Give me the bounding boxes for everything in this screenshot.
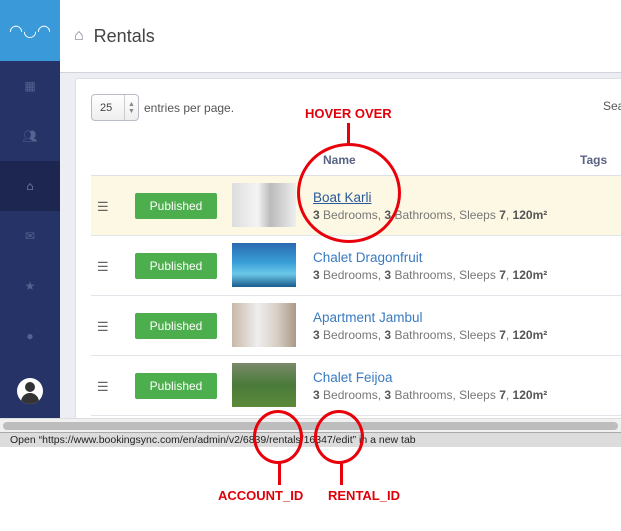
scrollbar-thumb[interactable] xyxy=(3,422,618,430)
area: 120m² xyxy=(512,328,548,342)
rental-name-link[interactable]: Apartment Jambul xyxy=(313,310,423,325)
sidebar: ◠◡◠ ▦ 👥︎ ⌂ ✉ ★ ● xyxy=(0,0,60,418)
bathrooms-label: Bathrooms xyxy=(394,268,453,282)
annotation-circle-rental xyxy=(314,410,364,464)
sidebar-item-messages[interactable]: ✉ xyxy=(0,211,60,261)
rental-thumbnail[interactable] xyxy=(232,363,296,407)
column-tags[interactable]: Tags xyxy=(580,153,607,167)
page-size-control: 25 ▲ ▼ entries per page. xyxy=(91,94,234,121)
rental-details: 3 Bedrooms, 3 Bathrooms, Sleeps 7, 120m² xyxy=(313,268,548,282)
annotation-circle-hover xyxy=(297,143,401,243)
bathrooms-label: Bathrooms xyxy=(394,388,453,402)
annotation-circle-account xyxy=(253,410,303,464)
area: 120m² xyxy=(512,208,548,222)
calendar-icon: ▦ xyxy=(24,79,36,93)
rental-thumbnail[interactable] xyxy=(232,243,296,287)
rental-thumbnail[interactable] xyxy=(232,183,296,227)
status-badge: Published xyxy=(135,253,217,279)
sidebar-item-users[interactable]: 👥︎ xyxy=(0,111,60,161)
drag-handle-icon[interactable]: ☰ xyxy=(97,379,109,395)
users-icon: 👥︎ xyxy=(22,129,38,143)
avatar[interactable] xyxy=(17,378,43,404)
horizontal-scrollbar[interactable] xyxy=(0,418,621,432)
sidebar-item-calendar[interactable]: ▦ xyxy=(0,61,60,111)
rental-details: 3 Bedrooms, 3 Bathrooms, Sleeps 7, 120m² xyxy=(313,328,548,342)
logo-icon[interactable]: ◠◡◠ xyxy=(0,0,60,61)
page-size-select[interactable]: 25 ▲ ▼ xyxy=(91,94,139,121)
sidebar-item-rentals[interactable]: ⌂ xyxy=(0,161,60,211)
annotation-line xyxy=(340,463,343,485)
bathrooms-count: 3 xyxy=(384,388,392,402)
annotation-account-id: ACCOUNT_ID xyxy=(218,488,304,503)
page-size-value: 25 xyxy=(100,101,113,114)
sidebar-item-favorites[interactable]: ★ xyxy=(0,261,60,311)
area: 120m² xyxy=(512,388,548,402)
drag-handle-icon[interactable]: ☰ xyxy=(97,259,109,275)
sleeps-count: 7 xyxy=(499,268,506,282)
sidebar-item-website[interactable]: ● xyxy=(0,311,60,361)
page-header: ⌂ Rentals xyxy=(60,0,621,73)
rental-details: 3 Bedrooms, 3 Bathrooms, Sleeps 7, 120m² xyxy=(313,388,548,402)
table-row[interactable]: ☰ Published Apartment Jambul 3 Bedrooms,… xyxy=(91,296,621,356)
table-row[interactable]: ☰ Published Chalet Dragonfruit 3 Bedroom… xyxy=(91,236,621,296)
stepper-icon: ▲ ▼ xyxy=(124,95,138,120)
bedrooms-label: Bedrooms xyxy=(323,268,378,282)
sleeps-count: 7 xyxy=(499,328,506,342)
home-icon: ⌂ xyxy=(74,27,84,44)
sleeps-count: 7 xyxy=(499,388,506,402)
star-icon: ★ xyxy=(24,279,36,293)
area: 120m² xyxy=(512,268,548,282)
drag-handle-icon[interactable]: ☰ xyxy=(97,199,109,215)
bathrooms-count: 3 xyxy=(384,328,392,342)
rental-name-link[interactable]: Chalet Dragonfruit xyxy=(313,250,423,265)
envelope-icon: ✉ xyxy=(24,229,36,243)
bedrooms-count: 3 xyxy=(313,328,320,342)
bathrooms-label: Bathrooms xyxy=(394,208,453,222)
bedrooms-label: Bedrooms xyxy=(323,388,378,402)
annotation-rental-id: RENTAL_ID xyxy=(328,488,400,503)
page-title: Rentals xyxy=(93,25,155,46)
status-badge: Published xyxy=(135,193,217,219)
search-label: Search xyxy=(603,99,621,113)
annotation-hover-over: HOVER OVER xyxy=(305,106,392,121)
globe-icon: ● xyxy=(26,329,34,343)
drag-handle-icon[interactable]: ☰ xyxy=(97,319,109,335)
sleeps-label: Sleeps xyxy=(459,208,496,222)
table-row[interactable]: ☰ Published Chalet Feijoa 3 Bedrooms, 3 … xyxy=(91,356,621,416)
annotation-line xyxy=(278,463,281,485)
home-icon: ⌂ xyxy=(26,179,34,193)
status-badge: Published xyxy=(135,313,217,339)
rental-thumbnail[interactable] xyxy=(232,303,296,347)
browser-status-bar: Open “https://www.bookingsync.com/en/adm… xyxy=(0,432,621,447)
rental-name-link[interactable]: Chalet Feijoa xyxy=(313,370,393,385)
entries-label: entries per page. xyxy=(144,100,235,115)
bedrooms-count: 3 xyxy=(313,268,320,282)
bedrooms-label: Bedrooms xyxy=(323,328,378,342)
sleeps-count: 7 xyxy=(499,208,506,222)
sleeps-label: Sleeps xyxy=(459,388,496,402)
bedrooms-count: 3 xyxy=(313,388,320,402)
sleeps-label: Sleeps xyxy=(459,268,496,282)
sleeps-label: Sleeps xyxy=(459,328,496,342)
status-badge: Published xyxy=(135,373,217,399)
bathrooms-label: Bathrooms xyxy=(394,328,453,342)
bathrooms-count: 3 xyxy=(384,268,392,282)
annotation-line xyxy=(347,123,350,145)
